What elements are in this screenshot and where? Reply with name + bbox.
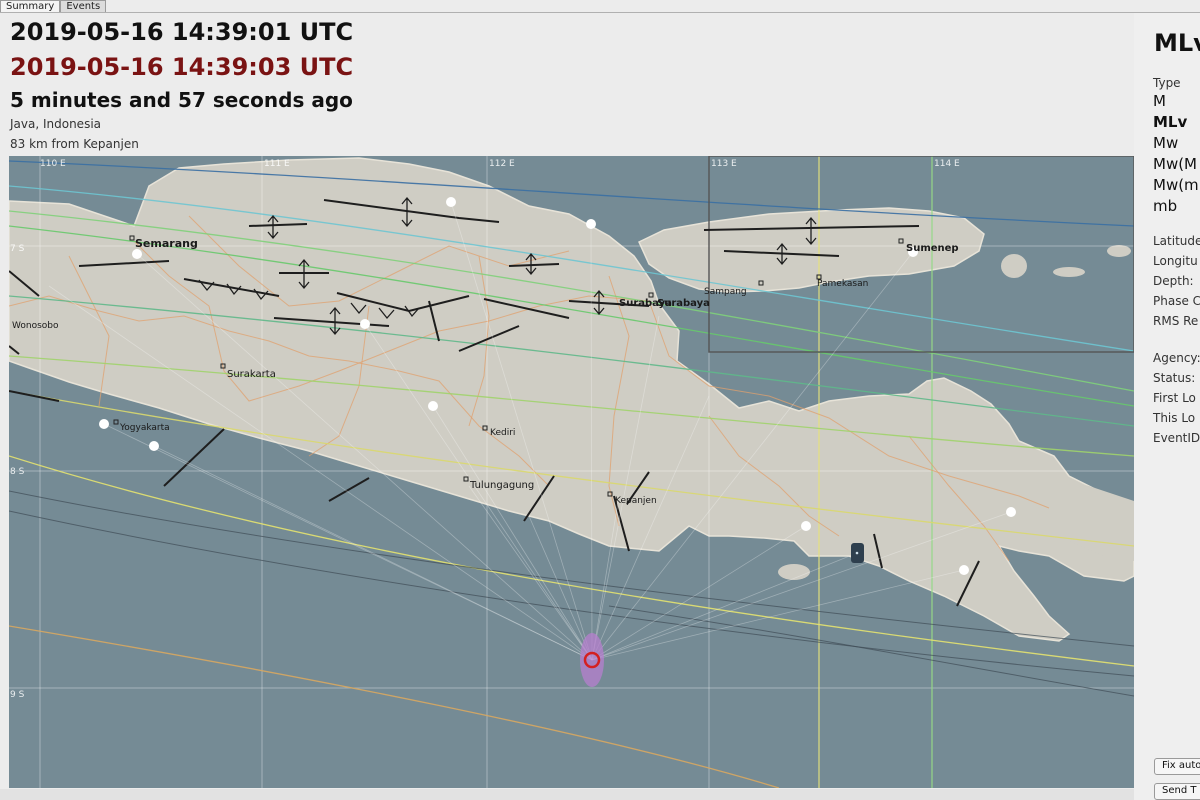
status-strip xyxy=(0,789,1134,800)
station-marker xyxy=(99,419,109,429)
details-panel: MLv Type M MLv Mw Mw(M Mw(m mb Latitude … xyxy=(1134,13,1200,800)
tab-events[interactable]: Events xyxy=(60,0,107,12)
send-button[interactable]: Send T xyxy=(1154,783,1200,800)
lat-label-7s: 7 S xyxy=(10,244,25,254)
origin-info: Agency: Status: First Lo This Lo EventID xyxy=(1153,348,1200,448)
lon-label-111: 111 E xyxy=(264,159,290,169)
origin-time: 2019-05-16 14:39:01 UTC xyxy=(10,18,354,46)
station-marker xyxy=(1006,507,1016,517)
status-label: Status: xyxy=(1153,371,1196,385)
nearest-city-distance: 83 km from Kepanjen xyxy=(10,137,139,151)
magnitude-title: MLv xyxy=(1154,29,1200,57)
magnitude-list: M MLv Mw Mw(M Mw(m mb xyxy=(1153,91,1199,217)
city-label-wonosobo: Wonosobo xyxy=(12,321,59,331)
tab-bar: Summary Events xyxy=(0,0,107,12)
station-marker xyxy=(801,521,811,531)
lon-label-114: 114 E xyxy=(934,159,960,169)
magnitude-item-mw-mb[interactable]: Mw(m xyxy=(1153,175,1199,196)
map-canvas[interactable]: 110 E 111 E 112 E 113 E 114 E 7 S 8 S 9 … xyxy=(9,156,1134,788)
city-label-sumenep: Sumenep xyxy=(906,243,959,254)
city-label-surabaya-2: Surabaya xyxy=(657,298,710,309)
city-label-tulungagung: Tulungagung xyxy=(469,480,534,491)
small-island xyxy=(1107,245,1131,257)
station-marker xyxy=(446,197,456,207)
time-ago: 5 minutes and 57 seconds ago xyxy=(10,88,353,112)
latest-time: 2019-05-16 14:39:03 UTC xyxy=(10,53,354,81)
tab-divider xyxy=(0,12,1200,13)
station-marker xyxy=(428,401,438,411)
lon-label-110: 110 E xyxy=(40,159,66,169)
nusa-barung-island xyxy=(778,564,810,580)
city-label-yogyakarta: Yogyakarta xyxy=(119,423,170,433)
agency-label: Agency: xyxy=(1153,351,1200,365)
city-label-pamekasan: Pamekasan xyxy=(817,279,868,289)
location-info: Latitude Longitu Depth: Phase C RMS Re xyxy=(1153,231,1200,331)
city-label-kediri: Kediri xyxy=(490,428,515,438)
city-label-semarang: Semarang xyxy=(135,237,198,250)
magnitude-type-label: Type xyxy=(1153,76,1181,90)
station-marker xyxy=(132,249,142,259)
city-label-kepanjen: Kepanjen xyxy=(615,496,657,506)
rms-residual-label: RMS Re xyxy=(1153,314,1199,328)
lon-label-113: 113 E xyxy=(711,159,737,169)
longitude-label: Longitu xyxy=(1153,254,1198,268)
event-id-label: EventID xyxy=(1153,431,1200,445)
station-marker xyxy=(149,441,159,451)
magnitude-item-mb[interactable]: mb xyxy=(1153,196,1199,217)
fix-auto-button[interactable]: Fix auto xyxy=(1154,758,1200,775)
city-label-surakarta: Surakarta xyxy=(227,369,276,380)
lat-label-9s: 9 S xyxy=(10,690,25,700)
kangean-island xyxy=(1001,254,1027,278)
tab-summary[interactable]: Summary xyxy=(0,0,61,12)
lon-label-112: 112 E xyxy=(489,159,515,169)
depth-label: Depth: xyxy=(1153,274,1194,288)
phase-count-label: Phase C xyxy=(1153,294,1200,308)
city-label-sampang: Sampang xyxy=(704,287,747,297)
small-island xyxy=(1053,267,1085,277)
magnitude-item-mlv[interactable]: MLv xyxy=(1153,112,1199,133)
first-location-label: First Lo xyxy=(1153,391,1196,405)
magnitude-item-m[interactable]: M xyxy=(1153,91,1199,112)
uncertainty-ellipse xyxy=(580,633,604,687)
event-map[interactable]: 110 E 111 E 112 E 113 E 114 E 7 S 8 S 9 … xyxy=(9,156,1134,788)
this-location-label: This Lo xyxy=(1153,411,1196,425)
station-marker xyxy=(586,219,596,229)
station-marker xyxy=(360,319,370,329)
region-name: Java, Indonesia xyxy=(10,117,102,131)
lat-label-8s: 8 S xyxy=(10,467,25,477)
station-marker-selected-dot xyxy=(855,551,859,555)
station-marker xyxy=(959,565,969,575)
magnitude-item-mw[interactable]: Mw xyxy=(1153,133,1199,154)
latitude-label: Latitude xyxy=(1153,234,1200,248)
magnitude-item-mw-mwp[interactable]: Mw(M xyxy=(1153,154,1199,175)
